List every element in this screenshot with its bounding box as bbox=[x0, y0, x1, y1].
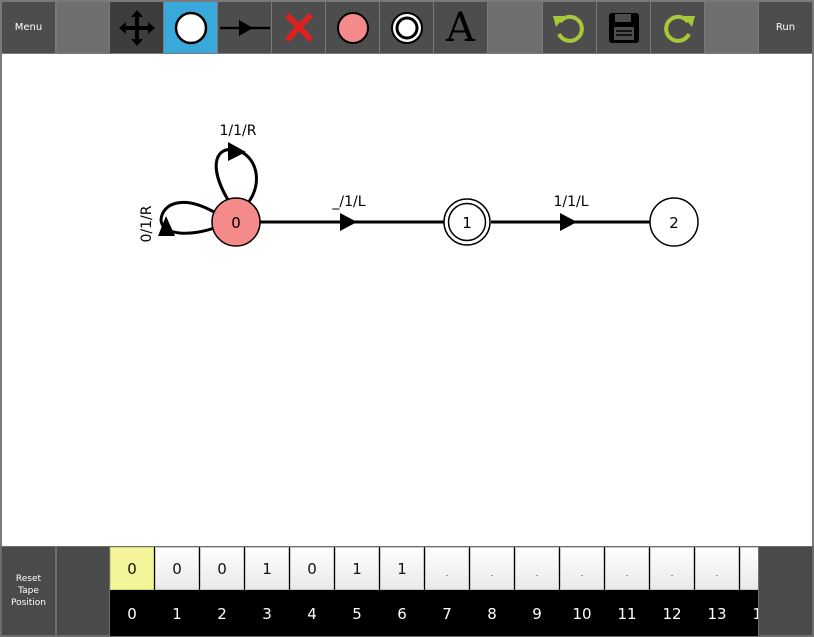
tape-cell-value: 1 bbox=[352, 559, 362, 578]
state-diagram: 1/1/R 0/1/R _/1/L 1/1/L 0 1 2 bbox=[139, 123, 699, 247]
tape-cell-head[interactable]: 0 bbox=[110, 547, 154, 590]
circle-icon bbox=[174, 11, 207, 44]
tape-index: 10 bbox=[572, 605, 592, 623]
toolbar: Menu A Run bbox=[0, 0, 814, 54]
tape-cell-value: 1 bbox=[397, 559, 407, 578]
tape-cell[interactable]: 0 bbox=[200, 547, 244, 590]
tape-index: 14 bbox=[752, 605, 758, 623]
tape-cell-value: 1 bbox=[262, 559, 272, 578]
toolbar-spacer-2 bbox=[488, 2, 542, 53]
tape-cell[interactable]: . bbox=[560, 547, 604, 590]
tape-cell[interactable]: 0 bbox=[290, 547, 334, 590]
add-state-tool-button[interactable] bbox=[164, 2, 217, 53]
arrow-icon bbox=[219, 19, 270, 36]
state-node-2[interactable]: 2 bbox=[649, 197, 699, 247]
move-tool-button[interactable] bbox=[110, 2, 163, 53]
tape-cell-value: . bbox=[715, 569, 719, 578]
tape-cell-value: . bbox=[625, 569, 629, 578]
transition-arrowhead bbox=[560, 213, 577, 231]
tape-index: 12 bbox=[662, 605, 682, 623]
menu-label: Menu bbox=[14, 22, 43, 33]
red-circle-icon bbox=[336, 11, 369, 44]
tape-cell-value: . bbox=[535, 569, 539, 578]
tape-index: 5 bbox=[352, 605, 362, 623]
tape-index: 8 bbox=[487, 605, 497, 623]
tape-cell-value: 0 bbox=[217, 559, 227, 578]
tape-index: 13 bbox=[707, 605, 727, 623]
tape-index: 7 bbox=[442, 605, 452, 623]
transition-label: 0/1/R bbox=[139, 205, 155, 242]
transition-label: _/1/L bbox=[331, 194, 365, 210]
tape-cell-value: . bbox=[670, 569, 674, 578]
tape-cell-value: . bbox=[445, 569, 449, 578]
menu-button[interactable]: Menu bbox=[2, 2, 55, 53]
undo-icon bbox=[552, 14, 584, 43]
tape-cell[interactable]: . bbox=[425, 547, 469, 590]
red-x-icon bbox=[284, 12, 313, 42]
transition-label: 1/1/L bbox=[553, 194, 588, 210]
tape-cell[interactable]: . bbox=[605, 547, 649, 590]
move-arrows-icon bbox=[118, 9, 155, 46]
letter-a-icon: A bbox=[446, 4, 475, 51]
tape-cell-value: 0 bbox=[127, 559, 137, 578]
tape-index: 4 bbox=[307, 605, 317, 623]
toolbar-spacer bbox=[57, 2, 109, 53]
tape-index: 9 bbox=[532, 605, 542, 623]
tape-cell[interactable]: . bbox=[740, 547, 758, 590]
reset-tape-position-button[interactable]: Reset Tape Position bbox=[2, 547, 55, 635]
tape-cell[interactable]: 1 bbox=[380, 547, 424, 590]
tape-cell-value: . bbox=[580, 569, 584, 578]
add-transition-tool-button[interactable] bbox=[218, 2, 271, 53]
tape-index: 0 bbox=[127, 605, 137, 623]
redo-button[interactable] bbox=[651, 2, 704, 53]
tape-cell[interactable]: 1 bbox=[245, 547, 289, 590]
tape-index: 11 bbox=[617, 605, 637, 623]
tape-index: 2 bbox=[217, 605, 227, 623]
tape-bar: Reset Tape Position 0 0 0 1 0 1 1 . . . … bbox=[0, 546, 814, 637]
delete-tool-button[interactable] bbox=[272, 2, 325, 53]
turing-machine-app: Menu A Run 1/1/R 0/1/R _/1/L 1/1/L 0 1 2… bbox=[0, 0, 814, 637]
initial-state-tool-button[interactable] bbox=[326, 2, 379, 53]
floppy-disk-icon bbox=[608, 12, 639, 43]
tape-cell[interactable]: 1 bbox=[335, 547, 379, 590]
transition-arrowhead bbox=[228, 142, 246, 161]
transition-label: 1/1/R bbox=[220, 123, 257, 139]
tape-cell[interactable]: . bbox=[470, 547, 514, 590]
reset-tape-label: Reset Tape Position bbox=[10, 574, 47, 608]
tape-index: 1 bbox=[172, 605, 182, 623]
tape-cell[interactable]: 0 bbox=[155, 547, 199, 590]
tape-index: 6 bbox=[397, 605, 407, 623]
run-label: Run bbox=[775, 22, 796, 33]
tape-cell[interactable]: . bbox=[650, 547, 694, 590]
state-label: 0 bbox=[231, 214, 241, 232]
final-state-tool-button[interactable] bbox=[380, 2, 433, 53]
text-tool-button[interactable]: A bbox=[434, 2, 487, 53]
save-button[interactable] bbox=[597, 2, 650, 53]
undo-button[interactable] bbox=[543, 2, 596, 53]
toolbar-spacer-3 bbox=[705, 2, 758, 53]
tape-cell[interactable]: . bbox=[695, 547, 739, 590]
tape-index: 3 bbox=[262, 605, 272, 623]
redo-icon bbox=[663, 14, 695, 43]
tape-cell-value: 0 bbox=[307, 559, 317, 578]
state-node-1[interactable]: 1 bbox=[443, 198, 491, 246]
tape: 0 0 0 1 0 1 1 . . . . . . . . 0 1 2 3 4 … bbox=[110, 547, 758, 636]
tape-cell-value: 0 bbox=[172, 559, 182, 578]
run-button[interactable]: Run bbox=[759, 2, 812, 53]
tape-cell[interactable]: . bbox=[515, 547, 559, 590]
state-node-0[interactable]: 0 bbox=[211, 197, 261, 247]
double-circle-icon bbox=[390, 11, 423, 44]
transition-arrowhead bbox=[340, 213, 357, 231]
state-label: 2 bbox=[669, 214, 679, 232]
transition-loop-top[interactable] bbox=[214, 147, 258, 205]
tape-scroll-right-area[interactable] bbox=[759, 547, 812, 635]
tape-cell-value: . bbox=[490, 569, 494, 578]
state-label: 1 bbox=[462, 214, 472, 232]
tape-spacer bbox=[57, 547, 109, 635]
diagram-canvas[interactable]: 1/1/R 0/1/R _/1/L 1/1/L 0 1 2 bbox=[0, 54, 814, 546]
